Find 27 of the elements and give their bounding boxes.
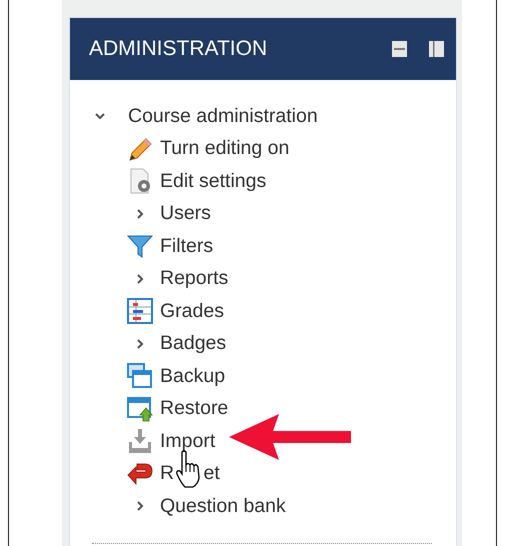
chevron-down-icon[interactable] bbox=[95, 111, 105, 122]
tree-node[interactable]: Users bbox=[160, 202, 211, 226]
dock-icon[interactable] bbox=[392, 41, 407, 57]
block-title: ADMINISTRATION bbox=[89, 37, 268, 61]
menu-link[interactable]: Edit settings bbox=[160, 170, 266, 193]
windows-icon bbox=[127, 363, 153, 390]
chevron-right-icon[interactable] bbox=[135, 208, 145, 219]
menu-link[interactable]: Import bbox=[160, 430, 216, 453]
grade-table-icon bbox=[127, 298, 153, 324]
return-arrow-icon bbox=[127, 460, 153, 487]
pencil-icon bbox=[127, 136, 153, 162]
menu-link[interactable]: Grades bbox=[160, 300, 224, 323]
window-upload-icon bbox=[127, 396, 153, 422]
menu-link[interactable]: Filters bbox=[160, 234, 214, 258]
chevron-right-icon[interactable] bbox=[135, 274, 145, 284]
tree-node[interactable]: Course administration bbox=[128, 104, 318, 128]
chevron-right-icon[interactable] bbox=[135, 338, 145, 349]
chevron-right-icon[interactable] bbox=[135, 501, 145, 512]
funnel-icon bbox=[127, 233, 153, 260]
tree-node[interactable]: Question bank bbox=[160, 494, 286, 518]
tree-node[interactable]: Reports bbox=[160, 267, 228, 290]
tree-node[interactable]: Badges bbox=[160, 332, 226, 356]
sidebar-icon[interactable] bbox=[429, 41, 444, 57]
menu-link[interactable]: Backup bbox=[160, 364, 226, 388]
download-tray-icon bbox=[127, 428, 153, 454]
menu-link[interactable]: Turn editing on bbox=[160, 137, 290, 160]
menu-link[interactable]: Restore bbox=[160, 397, 228, 420]
